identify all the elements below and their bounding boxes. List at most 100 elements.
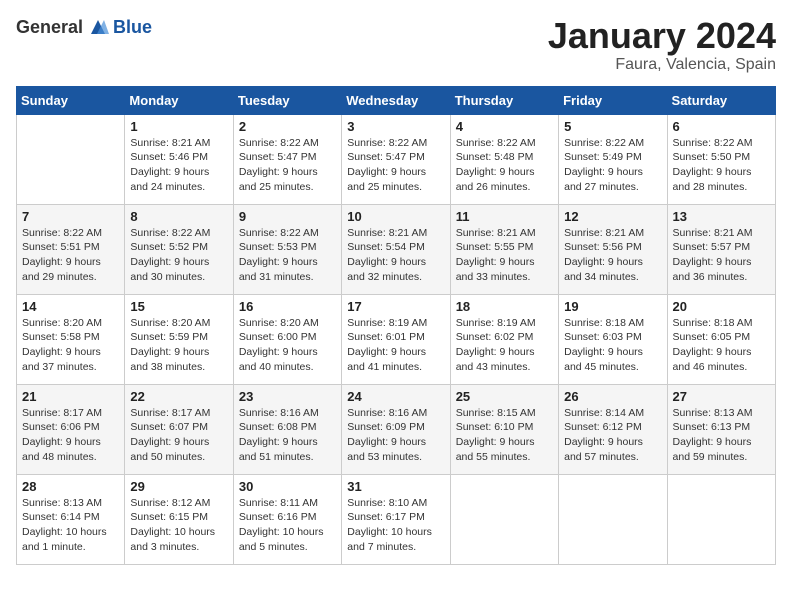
- day-number: 19: [564, 299, 661, 314]
- day-number: 9: [239, 209, 336, 224]
- calendar-cell: 18 Sunrise: 8:19 AM Sunset: 6:02 PM Dayli…: [450, 294, 558, 384]
- day-number: 29: [130, 479, 227, 494]
- calendar-cell: 1 Sunrise: 8:21 AM Sunset: 5:46 PM Daylig…: [125, 114, 233, 204]
- calendar-cell: 8Sunrise: 8:22 AM Sunset: 5:52 PM Daylig…: [125, 204, 233, 294]
- weekday-header-friday: Friday: [559, 86, 667, 114]
- day-info: Sunrise: 8:21 AM Sunset: 5:54 PM Dayligh…: [347, 226, 444, 285]
- weekday-header-saturday: Saturday: [667, 86, 775, 114]
- day-number: 5: [564, 119, 661, 134]
- calendar-cell: 19 Sunrise: 8:18 AM Sunset: 6:03 PM Dayli…: [559, 294, 667, 384]
- day-number: 26: [564, 389, 661, 404]
- day-info: Sunrise: 8:16 AM Sunset: 6:08 PM Dayligh…: [239, 406, 336, 465]
- day-number: 22: [130, 389, 227, 404]
- calendar-cell: 11Sunrise: 8:21 AM Sunset: 5:55 PM Dayli…: [450, 204, 558, 294]
- weekday-header-wednesday: Wednesday: [342, 86, 450, 114]
- day-info: Sunrise: 8:22 AM Sunset: 5:48 PM Dayligh…: [456, 136, 553, 195]
- calendar-cell: 24 Sunrise: 8:16 AM Sunset: 6:09 PM Dayli…: [342, 384, 450, 474]
- day-info: Sunrise: 8:21 AM Sunset: 5:56 PM Dayligh…: [564, 226, 661, 285]
- day-info: Sunrise: 8:18 AM Sunset: 6:05 PM Dayligh…: [673, 316, 770, 375]
- day-number: 18: [456, 299, 553, 314]
- day-number: 17: [347, 299, 444, 314]
- day-info: Sunrise: 8:22 AM Sunset: 5:52 PM Dayligh…: [130, 226, 227, 285]
- day-info: Sunrise: 8:22 AM Sunset: 5:53 PM Dayligh…: [239, 226, 336, 285]
- calendar-cell: 27 Sunrise: 8:13 AM Sunset: 6:13 PM Dayli…: [667, 384, 775, 474]
- day-info: Sunrise: 8:22 AM Sunset: 5:49 PM Dayligh…: [564, 136, 661, 195]
- calendar-cell: [450, 474, 558, 564]
- day-number: 14: [22, 299, 119, 314]
- day-number: 3: [347, 119, 444, 134]
- day-info: Sunrise: 8:21 AM Sunset: 5:46 PM Dayligh…: [130, 136, 227, 195]
- day-info: Sunrise: 8:20 AM Sunset: 5:59 PM Dayligh…: [130, 316, 227, 375]
- calendar-cell: 9 Sunrise: 8:22 AM Sunset: 5:53 PM Daylig…: [233, 204, 341, 294]
- calendar-cell: 6Sunrise: 8:22 AM Sunset: 5:50 PM Daylig…: [667, 114, 775, 204]
- day-info: Sunrise: 8:21 AM Sunset: 5:57 PM Dayligh…: [673, 226, 770, 285]
- day-number: 11: [456, 209, 553, 224]
- day-number: 2: [239, 119, 336, 134]
- week-row-1: 1 Sunrise: 8:21 AM Sunset: 5:46 PM Daylig…: [17, 114, 776, 204]
- day-number: 20: [673, 299, 770, 314]
- calendar-cell: 13Sunrise: 8:21 AM Sunset: 5:57 PM Dayli…: [667, 204, 775, 294]
- calendar-cell: [17, 114, 125, 204]
- day-info: Sunrise: 8:11 AM Sunset: 6:16 PM Dayligh…: [239, 496, 336, 555]
- day-info: Sunrise: 8:22 AM Sunset: 5:47 PM Dayligh…: [347, 136, 444, 195]
- day-info: Sunrise: 8:22 AM Sunset: 5:51 PM Dayligh…: [22, 226, 119, 285]
- day-info: Sunrise: 8:17 AM Sunset: 6:06 PM Dayligh…: [22, 406, 119, 465]
- day-number: 23: [239, 389, 336, 404]
- month-title: January 2024: [548, 16, 776, 56]
- calendar-cell: 12 Sunrise: 8:21 AM Sunset: 5:56 PM Dayli…: [559, 204, 667, 294]
- day-number: 12: [564, 209, 661, 224]
- weekday-header-thursday: Thursday: [450, 86, 558, 114]
- day-info: Sunrise: 8:13 AM Sunset: 6:14 PM Dayligh…: [22, 496, 119, 555]
- calendar-cell: 3 Sunrise: 8:22 AM Sunset: 5:47 PM Daylig…: [342, 114, 450, 204]
- calendar-cell: 2Sunrise: 8:22 AM Sunset: 5:47 PM Daylig…: [233, 114, 341, 204]
- page-header: General Blue January 2024 Faura, Valenci…: [16, 16, 776, 74]
- calendar-table: SundayMondayTuesdayWednesdayThursdayFrid…: [16, 86, 776, 565]
- day-number: 27: [673, 389, 770, 404]
- calendar-cell: 10 Sunrise: 8:21 AM Sunset: 5:54 PM Dayli…: [342, 204, 450, 294]
- calendar-cell: 17Sunrise: 8:19 AM Sunset: 6:01 PM Dayli…: [342, 294, 450, 384]
- week-row-4: 21 Sunrise: 8:17 AM Sunset: 6:06 PM Dayli…: [17, 384, 776, 474]
- day-number: 31: [347, 479, 444, 494]
- day-info: Sunrise: 8:14 AM Sunset: 6:12 PM Dayligh…: [564, 406, 661, 465]
- location: Faura, Valencia, Spain: [548, 56, 776, 74]
- calendar-cell: 14Sunrise: 8:20 AM Sunset: 5:58 PM Dayli…: [17, 294, 125, 384]
- day-info: Sunrise: 8:16 AM Sunset: 6:09 PM Dayligh…: [347, 406, 444, 465]
- calendar-cell: [559, 474, 667, 564]
- day-info: Sunrise: 8:15 AM Sunset: 6:10 PM Dayligh…: [456, 406, 553, 465]
- calendar-cell: 26 Sunrise: 8:14 AM Sunset: 6:12 PM Dayli…: [559, 384, 667, 474]
- day-number: 4: [456, 119, 553, 134]
- day-info: Sunrise: 8:17 AM Sunset: 6:07 PM Dayligh…: [130, 406, 227, 465]
- day-number: 7: [22, 209, 119, 224]
- day-number: 21: [22, 389, 119, 404]
- day-info: Sunrise: 8:22 AM Sunset: 5:50 PM Dayligh…: [673, 136, 770, 195]
- calendar-cell: 20 Sunrise: 8:18 AM Sunset: 6:05 PM Dayli…: [667, 294, 775, 384]
- calendar-cell: 15 Sunrise: 8:20 AM Sunset: 5:59 PM Dayli…: [125, 294, 233, 384]
- calendar-cell: 29Sunrise: 8:12 AM Sunset: 6:15 PM Dayli…: [125, 474, 233, 564]
- calendar-cell: 21 Sunrise: 8:17 AM Sunset: 6:06 PM Dayli…: [17, 384, 125, 474]
- logo: General Blue: [16, 16, 152, 38]
- calendar-cell: 22 Sunrise: 8:17 AM Sunset: 6:07 PM Dayli…: [125, 384, 233, 474]
- calendar-cell: 25Sunrise: 8:15 AM Sunset: 6:10 PM Dayli…: [450, 384, 558, 474]
- day-info: Sunrise: 8:13 AM Sunset: 6:13 PM Dayligh…: [673, 406, 770, 465]
- calendar-cell: 30 Sunrise: 8:11 AM Sunset: 6:16 PM Dayli…: [233, 474, 341, 564]
- day-number: 15: [130, 299, 227, 314]
- weekday-header-sunday: Sunday: [17, 86, 125, 114]
- day-number: 24: [347, 389, 444, 404]
- day-number: 10: [347, 209, 444, 224]
- weekday-header-row: SundayMondayTuesdayWednesdayThursdayFrid…: [17, 86, 776, 114]
- day-number: 16: [239, 299, 336, 314]
- day-number: 30: [239, 479, 336, 494]
- day-info: Sunrise: 8:18 AM Sunset: 6:03 PM Dayligh…: [564, 316, 661, 375]
- weekday-header-monday: Monday: [125, 86, 233, 114]
- day-info: Sunrise: 8:19 AM Sunset: 6:02 PM Dayligh…: [456, 316, 553, 375]
- day-number: 1: [130, 119, 227, 134]
- week-row-5: 28 Sunrise: 8:13 AM Sunset: 6:14 PM Dayli…: [17, 474, 776, 564]
- calendar-cell: 31Sunrise: 8:10 AM Sunset: 6:17 PM Dayli…: [342, 474, 450, 564]
- day-number: 28: [22, 479, 119, 494]
- calendar-cell: 4 Sunrise: 8:22 AM Sunset: 5:48 PM Daylig…: [450, 114, 558, 204]
- day-info: Sunrise: 8:20 AM Sunset: 6:00 PM Dayligh…: [239, 316, 336, 375]
- title-block: January 2024 Faura, Valencia, Spain: [548, 16, 776, 74]
- logo-blue: Blue: [113, 17, 152, 38]
- logo-general: General: [16, 17, 83, 38]
- calendar-cell: 5 Sunrise: 8:22 AM Sunset: 5:49 PM Daylig…: [559, 114, 667, 204]
